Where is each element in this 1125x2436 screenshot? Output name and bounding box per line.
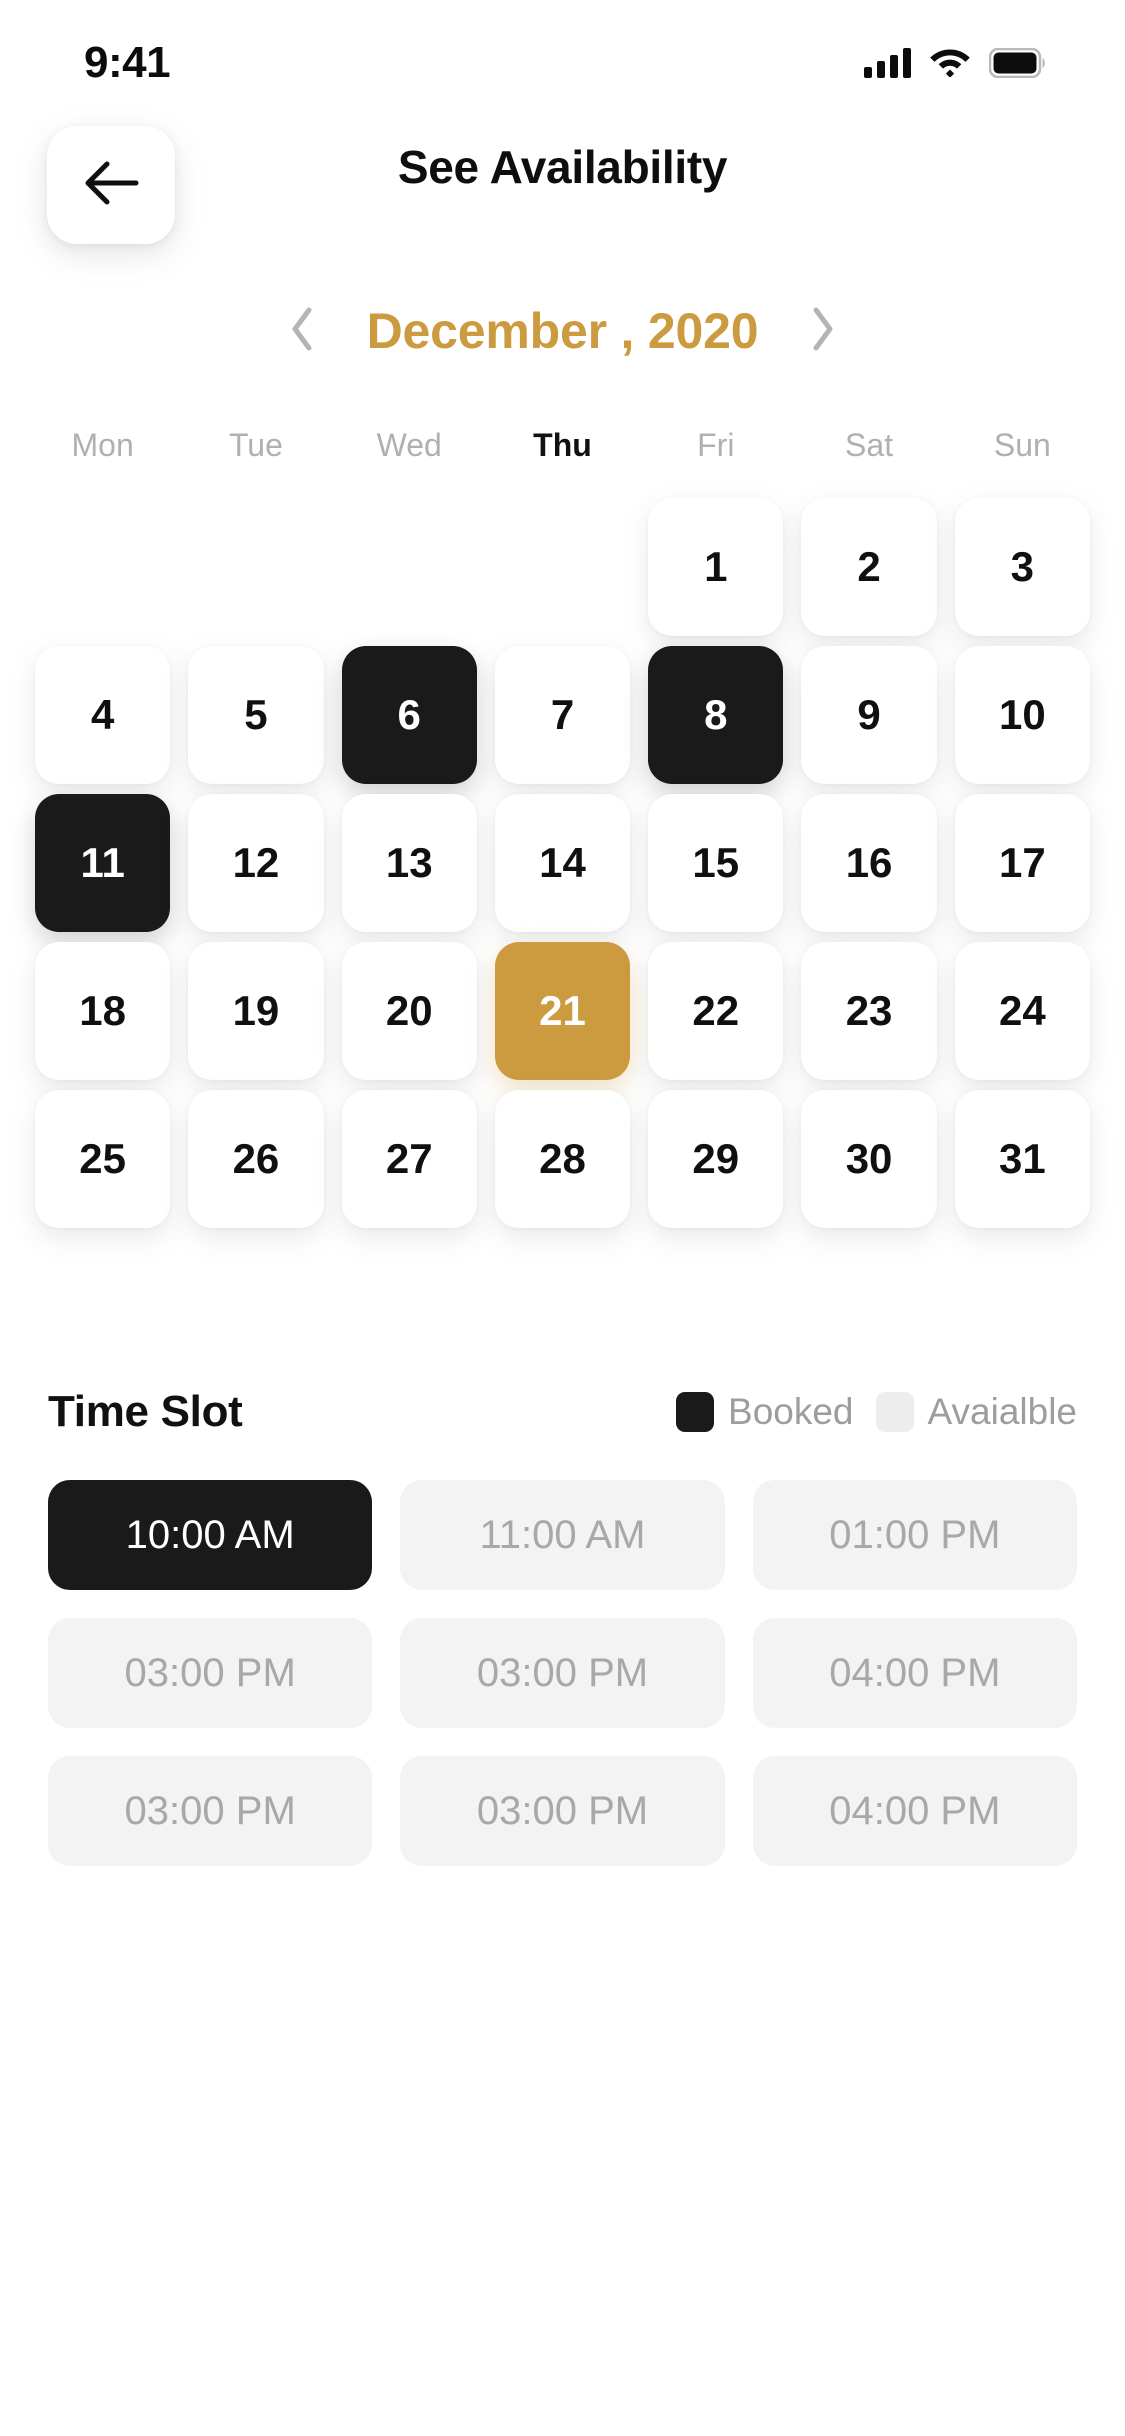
- calendar-week-row: 25 26 27 28 29 30 31: [26, 1090, 1099, 1228]
- next-month-button[interactable]: [800, 301, 846, 361]
- legend-swatch-available-icon: [875, 1392, 914, 1432]
- wifi-icon: [929, 45, 971, 82]
- calendar-day-28[interactable]: 28: [494, 1090, 631, 1228]
- calendar-day-2[interactable]: 2: [801, 498, 937, 636]
- legend-item-available: Avaialble: [875, 1391, 1077, 1433]
- calendar-grid: 1 2 3 4 5 6 7 8 9 10 11 12 13 14 15 16 17 18 19 20 21 22 23 24 2…: [26, 498, 1099, 1228]
- weekday-label-tue: Tue: [228, 426, 283, 463]
- weekday-label-fri: Fri: [697, 426, 735, 463]
- time-slot-option[interactable]: 03:00 PM: [400, 1618, 725, 1728]
- status-icons: [864, 45, 1047, 82]
- weekday-label-wed: Wed: [376, 426, 442, 463]
- time-slot-section: Time Slot Booked Avaialble 10:00 AM 11:00 …: [0, 1374, 1125, 1866]
- calendar-day-16[interactable]: 16: [801, 794, 937, 932]
- calendar-day-17[interactable]: 17: [954, 794, 1090, 932]
- time-slot-grid: 10:00 AM 11:00 AM 01:00 PM 03:00 PM 03:00 PM…: [48, 1480, 1077, 1866]
- calendar-day-12[interactable]: 12: [188, 794, 324, 932]
- status-bar: 9:41: [0, 0, 1125, 100]
- time-slot-option[interactable]: 03:00 PM: [48, 1618, 373, 1728]
- month-year-label[interactable]: December , 2020: [367, 302, 759, 360]
- calendar-day-23[interactable]: 23: [801, 942, 937, 1080]
- weekday-header-row: Mon Tue Wed Thu Fri Sat Sun: [26, 410, 1099, 480]
- calendar-day-31[interactable]: 31: [954, 1090, 1090, 1228]
- time-slot-title: Time Slot: [48, 1387, 243, 1436]
- calendar-day-empty: [35, 498, 170, 636]
- calendar-day-11[interactable]: 11: [35, 794, 171, 932]
- calendar-day-empty: [342, 498, 477, 636]
- calendar-day-5[interactable]: 5: [188, 646, 324, 784]
- battery-icon: [989, 48, 1047, 78]
- calendar-day-7[interactable]: 7: [494, 646, 631, 784]
- page-title: See Availability: [397, 141, 728, 193]
- availability-screen: 9:41 See Availability December , 2020 Mo…: [0, 0, 1125, 2436]
- calendar-day-1[interactable]: 1: [648, 498, 784, 636]
- status-time: 9:41: [84, 38, 171, 87]
- time-slot-legend: Booked Avaialble: [676, 1391, 1077, 1433]
- calendar-day-9[interactable]: 9: [801, 646, 937, 784]
- time-slot-header: Time Slot Booked Avaialble: [48, 1374, 1077, 1450]
- calendar-day-25[interactable]: 25: [35, 1090, 171, 1228]
- weekday-label-thu: Thu: [533, 426, 592, 463]
- chevron-right-icon: [810, 306, 836, 357]
- calendar-day-10[interactable]: 10: [954, 646, 1090, 784]
- time-slot-option[interactable]: 04:00 PM: [752, 1618, 1077, 1728]
- weekday-label-mon: Mon: [71, 426, 134, 463]
- legend-label: Avaialble: [927, 1391, 1077, 1432]
- calendar-day-19[interactable]: 19: [188, 942, 324, 1080]
- time-slot-option[interactable]: 03:00 PM: [48, 1756, 373, 1866]
- time-slot-option[interactable]: 11:00 AM: [400, 1480, 725, 1590]
- time-slot-option[interactable]: 01:00 PM: [752, 1480, 1077, 1590]
- cellular-signal-icon: [864, 48, 911, 78]
- calendar-week-row: 4 5 6 7 8 9 10: [26, 646, 1099, 784]
- calendar: Mon Tue Wed Thu Fri Sat Sun 1 2 3 4 5 6 7 8 9 10 11 12 13 1…: [0, 410, 1125, 1238]
- calendar-day-29[interactable]: 29: [648, 1090, 784, 1228]
- calendar-day-empty: [495, 498, 630, 636]
- header: See Availability: [0, 118, 1125, 250]
- calendar-day-6[interactable]: 6: [341, 646, 477, 784]
- calendar-day-14[interactable]: 14: [494, 794, 631, 932]
- calendar-week-row: 18 19 20 21 22 23 24: [26, 942, 1099, 1080]
- calendar-day-22[interactable]: 22: [648, 942, 784, 1080]
- calendar-day-27[interactable]: 27: [341, 1090, 477, 1228]
- chevron-left-icon: [289, 306, 315, 357]
- calendar-day-4[interactable]: 4: [35, 646, 171, 784]
- time-slot-option[interactable]: 10:00 AM: [48, 1480, 373, 1590]
- calendar-day-empty: [188, 498, 323, 636]
- calendar-week-row: 123: [26, 498, 1099, 636]
- calendar-day-18[interactable]: 18: [35, 942, 171, 1080]
- calendar-day-3[interactable]: 3: [954, 498, 1090, 636]
- weekday-label-sat: Sat: [845, 426, 894, 463]
- weekday-label-sun: Sun: [993, 426, 1051, 463]
- calendar-day-21[interactable]: 21: [494, 942, 631, 1080]
- calendar-day-15[interactable]: 15: [648, 794, 784, 932]
- calendar-day-20[interactable]: 20: [341, 942, 477, 1080]
- legend-item-booked: Booked: [676, 1391, 854, 1433]
- prev-month-button[interactable]: [279, 301, 325, 361]
- calendar-day-26[interactable]: 26: [188, 1090, 324, 1228]
- legend-swatch-booked-icon: [676, 1392, 715, 1432]
- calendar-day-8[interactable]: 8: [648, 646, 784, 784]
- calendar-day-30[interactable]: 30: [801, 1090, 937, 1228]
- calendar-week-row: 11 12 13 14 15 16 17: [26, 794, 1099, 932]
- time-slot-option[interactable]: 04:00 PM: [752, 1756, 1077, 1866]
- legend-label: Booked: [728, 1391, 854, 1432]
- month-navigation: December , 2020: [0, 288, 1125, 374]
- time-slot-option[interactable]: 03:00 PM: [400, 1756, 725, 1866]
- calendar-day-13[interactable]: 13: [341, 794, 477, 932]
- calendar-day-24[interactable]: 24: [954, 942, 1090, 1080]
